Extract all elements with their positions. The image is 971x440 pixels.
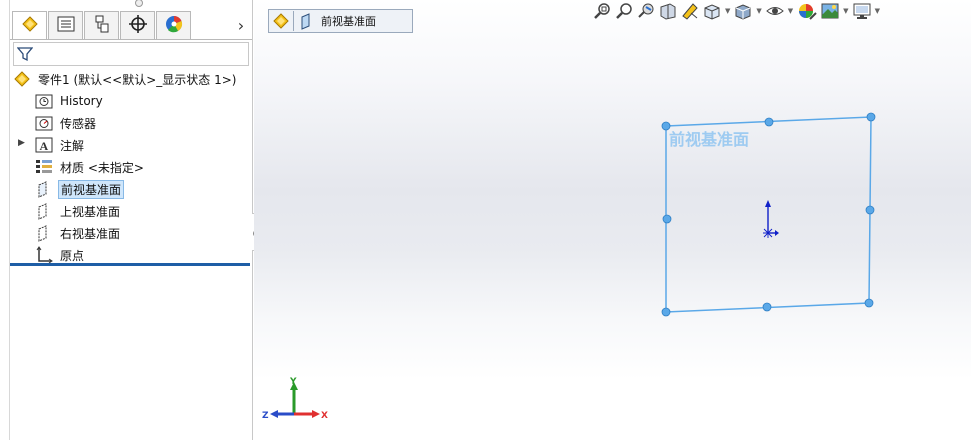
plane-corner-handle[interactable] (864, 298, 874, 308)
tab-divider (10, 39, 252, 40)
tree-root-part[interactable]: 零件1 (默认<<默认>_显示状态 1>) (12, 69, 238, 89)
tree-item-label: 上视基准面 (60, 204, 121, 219)
graphics-area[interactable]: 前视基准面 ▼ ▼ ▼ ▼ ▼ 前视基准面 Y X Z (254, 0, 971, 440)
plane-edge-handle[interactable] (662, 214, 672, 224)
dimxpert-icon (128, 15, 147, 36)
tree-item-label: 注解 (60, 138, 85, 153)
tree-item-label: 原点 (60, 248, 85, 263)
plane-corner-handle[interactable] (866, 112, 876, 122)
material-icon (34, 158, 54, 176)
reference-triad[interactable]: Y X Z (260, 374, 330, 426)
feature-manager-icon (20, 14, 40, 37)
sensors-folder-icon (34, 114, 54, 132)
plane-corner-handle[interactable] (661, 307, 671, 317)
tree-item-top-plane[interactable]: 上视基准面 (34, 201, 122, 221)
tree-item-label: 传感器 (60, 116, 97, 131)
manager-tabs (12, 11, 192, 39)
tree-item-origin[interactable]: 原点 (34, 245, 86, 265)
filter-icon[interactable] (16, 46, 34, 65)
configurationmanager-tab[interactable] (84, 11, 119, 39)
tree-item-front-plane[interactable]: 前视基准面 (34, 179, 125, 199)
plane-edge-handle[interactable] (865, 205, 875, 215)
configuration-manager-icon (93, 15, 111, 36)
plane-edge-handle[interactable] (762, 302, 772, 312)
triad-x-label: X (321, 411, 328, 421)
tree-item-right-plane[interactable]: 右视基准面 (34, 223, 122, 243)
featuremanager-tab[interactable] (12, 11, 47, 39)
tree-item-label: History (60, 94, 103, 108)
tree-item-material[interactable]: 材质 <未指定> (34, 157, 146, 177)
tree-root-label: 零件1 (默认<<默认>_显示状态 1>) (38, 72, 237, 87)
tree-item-annotations[interactable]: A 注解 (34, 135, 86, 155)
plane-edge-handle[interactable] (764, 117, 774, 127)
tree-rollback-bar[interactable] (10, 263, 250, 266)
left-window-strip (0, 0, 10, 440)
display-manager-tab[interactable] (156, 11, 191, 39)
triad-y-label: Y (289, 377, 297, 387)
dimxpert-tab[interactable] (120, 11, 155, 39)
plane-name-label: 前视基准面 (669, 130, 750, 149)
plane-icon (34, 202, 54, 220)
tree-item-history[interactable]: History (34, 91, 105, 111)
tree-filter-field[interactable] (13, 42, 249, 66)
more-tabs-arrow-icon[interactable]: › (234, 14, 248, 36)
plane-icon (34, 180, 54, 198)
origin-icon (34, 246, 54, 264)
front-plane-graphic[interactable] (254, 0, 971, 440)
tree-item-label: 材质 <未指定> (60, 160, 144, 175)
tree-item-label: 右视基准面 (60, 226, 121, 241)
triad-z-label: Z (262, 411, 269, 421)
feature-manager-panel: › 零件1 (默认<<默认>_显示状态 1>) History 传感器 ▶ A … (10, 0, 253, 440)
svg-text:A: A (40, 139, 49, 153)
panel-grip-icon[interactable] (135, 0, 143, 7)
expand-arrow-icon[interactable]: ▶ (18, 138, 25, 148)
annotations-icon: A (34, 136, 54, 154)
display-manager-icon (164, 14, 184, 37)
tree-item-sensors[interactable]: 传感器 (34, 113, 98, 133)
tree-item-label: 前视基准面 (58, 179, 125, 199)
plane-icon (34, 224, 54, 242)
origin-indicator-icon (763, 200, 779, 238)
history-folder-icon (34, 92, 54, 110)
property-manager-icon (57, 16, 75, 35)
propertymanager-tab[interactable] (48, 11, 83, 39)
part-icon (12, 70, 32, 88)
